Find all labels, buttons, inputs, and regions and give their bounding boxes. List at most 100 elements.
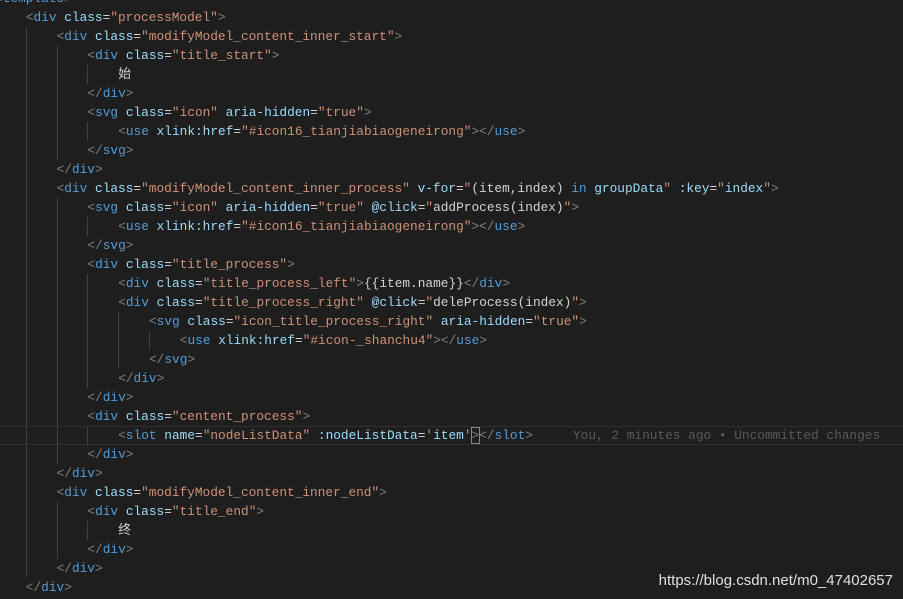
code-line[interactable]: <div class="title_start">	[0, 45, 903, 65]
code-token: >	[379, 484, 387, 500]
code-line[interactable]: </div>	[0, 368, 903, 388]
code-line[interactable]: </div>	[0, 463, 903, 483]
code-token: aria-hidden	[440, 313, 526, 329]
code-line[interactable]: </div>	[0, 159, 903, 179]
code-line[interactable]: <use xlink:href="#icon16_tianjiabiaogene…	[0, 121, 903, 141]
code-token: =	[195, 294, 203, 310]
indent-guide	[0, 217, 26, 236]
indent-guide	[87, 121, 118, 141]
code-token: >	[64, 579, 72, 595]
code-line[interactable]: </svg>	[0, 140, 903, 160]
indent-guide	[0, 46, 26, 65]
code-line[interactable]: <div class="modifyModel_content_inner_en…	[0, 482, 903, 502]
code-token: xlink:href	[218, 332, 295, 348]
code-line[interactable]: 始	[0, 64, 903, 84]
indent-guide	[0, 427, 26, 446]
indent-guide	[87, 216, 118, 236]
code-line[interactable]: <div class="modifyModel_content_inner_pr…	[0, 178, 903, 198]
code-editor[interactable]: <template><div class="processModel"><div…	[0, 0, 903, 597]
code-line[interactable]: </div>	[0, 387, 903, 407]
code-token: v-for	[417, 180, 456, 196]
code-token: div	[64, 484, 88, 500]
indent-guide	[0, 198, 26, 217]
code-line[interactable]: <div class="modifyModel_content_inner_st…	[0, 26, 903, 46]
code-line[interactable]: </div>	[0, 83, 903, 103]
code-token: div	[102, 446, 126, 462]
code-token: "	[425, 294, 434, 310]
code-line[interactable]: <div class="centent_process">	[0, 406, 903, 426]
indent-guide	[87, 330, 118, 350]
code-token: div	[71, 161, 95, 177]
code-token: "#icon-_shanchu4"	[302, 332, 434, 348]
indent-guide	[56, 520, 88, 540]
code-token: :nodeListData	[317, 427, 418, 443]
code-token: </	[87, 541, 103, 557]
code-token: "modifyModel_content_inner_start"	[141, 28, 395, 44]
indent-guide	[25, 45, 57, 65]
code-token: >	[64, 0, 72, 6]
indent-guide	[25, 520, 57, 540]
code-line[interactable]: </div>	[0, 539, 903, 559]
indent-guide	[25, 558, 57, 578]
indent-guide	[56, 216, 88, 236]
code-token: =	[133, 484, 142, 500]
code-token: 终	[118, 522, 131, 538]
code-token: >	[125, 142, 134, 158]
code-token: slot	[125, 427, 157, 443]
code-line[interactable]: <svg class="icon" aria-hidden="true" @cl…	[0, 197, 903, 217]
code-token: =	[709, 180, 718, 196]
code-token: >	[525, 427, 533, 443]
indent-guide	[56, 501, 88, 521]
code-line[interactable]: 终	[0, 520, 903, 540]
indent-guide	[25, 235, 57, 255]
indent-guide	[0, 236, 26, 255]
code-line[interactable]: <div class="title_process_right" @click=…	[0, 292, 903, 312]
code-token: aria-hidden	[225, 199, 311, 215]
code-token: template	[3, 0, 64, 6]
code-token: </	[479, 427, 495, 443]
code-line[interactable]: <div class="title_process">	[0, 254, 903, 274]
code-token: deleProcess(index)	[433, 294, 572, 310]
indent-guide	[25, 330, 57, 350]
code-line[interactable]: </div>	[0, 444, 903, 464]
code-token: </	[56, 465, 72, 481]
code-line[interactable]: <div class="processModel">	[0, 8, 903, 27]
code-token: in	[571, 180, 587, 196]
indent-guide	[0, 521, 26, 540]
code-line[interactable]: </svg>	[0, 349, 903, 369]
code-token: slot	[494, 427, 526, 443]
indent-guide	[0, 84, 26, 103]
code-token: aria-hidden	[225, 104, 311, 120]
code-token: class	[95, 180, 134, 196]
indent-guide	[25, 140, 57, 160]
code-token: class	[95, 484, 134, 500]
code-token: svg	[102, 142, 126, 158]
code-line[interactable]: <template>	[0, 0, 903, 8]
code-token: div	[33, 9, 57, 25]
code-line[interactable]: <use xlink:href="#icon16_tianjiabiaogene…	[0, 216, 903, 236]
code-line[interactable]: <svg class="icon" aria-hidden="true">	[0, 102, 903, 122]
code-token: >	[579, 313, 587, 329]
code-line[interactable]: <div class="title_end">	[0, 501, 903, 521]
indent-guide	[0, 578, 26, 597]
code-line[interactable]: </svg>	[0, 235, 903, 255]
code-line[interactable]: <svg class="icon_title_process_right" ar…	[0, 311, 903, 331]
code-token: <	[87, 256, 96, 272]
code-line[interactable]: <div class="title_process_left">{{item.n…	[0, 273, 903, 293]
indent-guide	[25, 26, 57, 46]
code-token: "processModel"	[110, 9, 218, 25]
code-token: div	[125, 294, 149, 310]
code-token: class	[187, 313, 226, 329]
code-line[interactable]: <slot name="nodeListData" :nodeListData=…	[0, 425, 903, 446]
indent-guide	[25, 349, 57, 369]
code-token: @click	[371, 294, 418, 310]
code-line[interactable]: <use xlink:href="#icon-_shanchu4"></use>	[0, 330, 903, 350]
indent-guide	[0, 331, 26, 350]
